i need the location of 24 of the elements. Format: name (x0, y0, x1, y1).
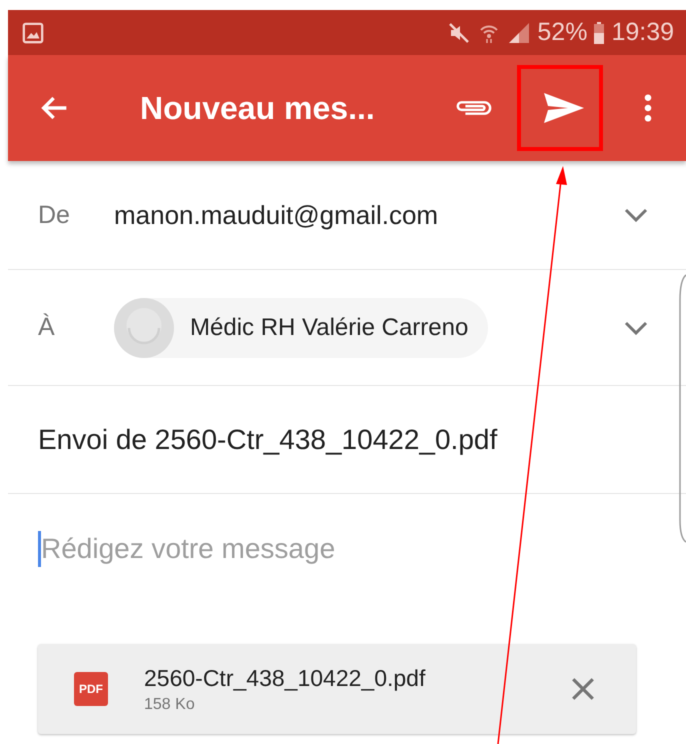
signal-icon (507, 20, 532, 44)
battery-percent: 52% (537, 18, 588, 47)
send-icon[interactable] (544, 93, 584, 123)
avatar-icon (114, 298, 174, 358)
battery-icon (593, 20, 606, 44)
image-icon (22, 22, 44, 44)
recipient-chip[interactable]: Médic RH Valérie Carreno (114, 298, 488, 358)
more-options-icon[interactable] (644, 94, 652, 122)
attachment-name: 2560-Ctr_438_10422_0.pdf (144, 664, 426, 692)
screen-title: Nouveau mes... (140, 90, 375, 126)
message-field[interactable]: Rédigez votre message (41, 533, 541, 565)
attachment-size: 158 Ko (144, 696, 196, 714)
chevron-down-icon[interactable] (624, 320, 648, 334)
paperclip-icon[interactable] (454, 98, 492, 118)
field-label: À (37, 313, 56, 342)
sender-address[interactable]: manon.mauduit@gmail.com (114, 200, 438, 230)
field-label: De (37, 200, 71, 230)
pdf-file-icon: PDF (74, 672, 108, 706)
attachment-card[interactable]: PDF 2560-Ctr_438_10422_0.pdf 158 Ko (38, 644, 636, 734)
mute-icon (447, 20, 472, 44)
remove-icon[interactable] (570, 676, 596, 702)
clock: 19:39 (611, 18, 674, 47)
subject-field[interactable]: Envoi de 2560-Ctr_438_10422_0.pdf (8, 386, 686, 494)
chevron-down-icon[interactable] (624, 208, 648, 222)
